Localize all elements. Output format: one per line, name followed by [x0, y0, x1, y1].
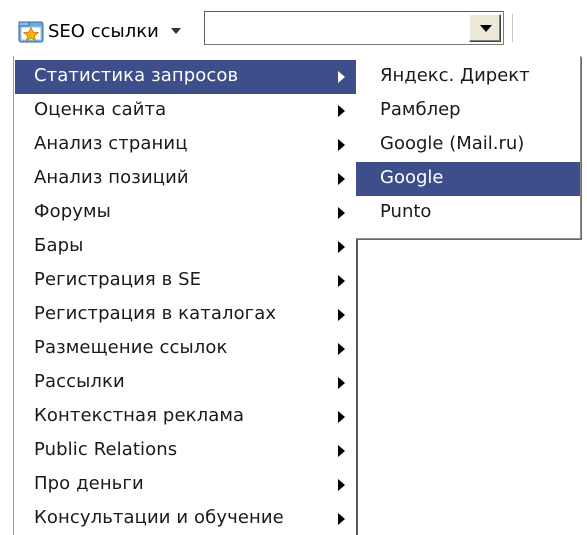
submenu-arrow-icon — [338, 275, 345, 287]
submenu-item-rambler[interactable]: Рамблер — [356, 94, 580, 128]
menu-item-label: Оценка сайта — [34, 99, 167, 120]
submenu-arrow-icon — [338, 411, 345, 423]
menu-item-page-analysis[interactable]: Анализ страниц — [15, 128, 358, 162]
screen: SEO ссылки Статистика запросов Оценка са… — [0, 0, 587, 535]
seo-links-menu: Статистика запросов Оценка сайта Анализ … — [13, 56, 358, 535]
menu-item-label: Рассылки — [34, 371, 125, 392]
submenu-item-label: Google — [380, 167, 444, 188]
submenu-arrow-icon — [338, 241, 345, 253]
menu-item-public-relations[interactable]: Public Relations — [15, 434, 358, 468]
chevron-down-icon — [170, 28, 181, 34]
submenu-arrow-icon — [338, 479, 345, 491]
menu-item-link-placement[interactable]: Размещение ссылок — [15, 332, 358, 366]
submenu-item-label: Punto — [380, 201, 432, 222]
menu-item-mailings[interactable]: Рассылки — [15, 366, 358, 400]
folder-star-icon — [18, 18, 44, 44]
submenu-arrow-icon — [338, 71, 345, 83]
submenu-arrow-icon — [338, 445, 345, 457]
menu-item-label: Регистрация в SE — [34, 269, 202, 290]
menu-border — [356, 239, 358, 535]
menu-item-label: Статистика запросов — [34, 65, 239, 86]
dropdown-arrow-icon — [480, 25, 492, 32]
menu-item-label: Анализ страниц — [34, 133, 188, 154]
menu-item-label: Форумы — [34, 201, 111, 222]
submenu-arrow-icon — [338, 207, 345, 219]
menu-item-label: Консультации и обучение — [34, 507, 284, 528]
menu-item-catalog-registration[interactable]: Регистрация в каталогах — [15, 298, 358, 332]
submenu-item-punto[interactable]: Punto — [356, 196, 580, 230]
submenu-arrow-icon — [338, 173, 345, 185]
submenu-arrow-icon — [338, 377, 345, 389]
menu-item-label: Размещение ссылок — [34, 337, 228, 358]
menu-item-about-money[interactable]: Про деньги — [15, 468, 358, 502]
submenu-item-google-mailru[interactable]: Google (Mail.ru) — [356, 128, 580, 162]
submenu-arrow-icon — [338, 139, 345, 151]
submenu-item-label: Рамблер — [380, 99, 461, 120]
menu-item-bars[interactable]: Бары — [15, 230, 358, 264]
combo-box[interactable] — [204, 11, 504, 45]
menu-item-label: Контекстная реклама — [34, 405, 245, 426]
seo-links-menu-button[interactable]: SEO ссылки — [16, 13, 202, 49]
query-statistics-submenu: Яндекс. Директ Рамблер Google (Mail.ru) … — [356, 56, 581, 239]
submenu-arrow-icon — [338, 513, 345, 525]
submenu-item-label: Яндекс. Директ — [380, 65, 530, 86]
combo-value[interactable] — [211, 17, 461, 39]
submenu-item-label: Google (Mail.ru) — [380, 133, 525, 154]
combo-dropdown-button[interactable] — [469, 14, 501, 42]
submenu-arrow-icon — [338, 343, 345, 355]
menu-item-position-analysis[interactable]: Анализ позиций — [15, 162, 358, 196]
submenu-item-yandex-direct[interactable]: Яндекс. Директ — [356, 60, 580, 94]
submenu-arrow-icon — [338, 105, 345, 117]
menu-item-forums[interactable]: Форумы — [15, 196, 358, 230]
toolbar: SEO ссылки — [0, 0, 587, 56]
menu-item-label: Регистрация в каталогах — [34, 303, 277, 324]
menu-item-label: Public Relations — [34, 439, 178, 460]
seo-links-label: SEO ссылки — [48, 20, 159, 42]
menu-item-label: Бары — [34, 235, 84, 256]
menu-item-se-registration[interactable]: Регистрация в SE — [15, 264, 358, 298]
menu-item-label: Анализ позиций — [34, 167, 189, 188]
menu-item-context-advertising[interactable]: Контекстная реклама — [15, 400, 358, 434]
menu-item-site-evaluation[interactable]: Оценка сайта — [15, 94, 358, 128]
toolbar-separator — [512, 14, 513, 42]
menu-item-consulting-training[interactable]: Консультации и обучение — [15, 502, 358, 535]
submenu-arrow-icon — [338, 309, 345, 321]
menu-item-query-statistics[interactable]: Статистика запросов — [15, 60, 358, 94]
menu-item-label: Про деньги — [34, 473, 144, 494]
submenu-item-google[interactable]: Google — [356, 162, 580, 196]
